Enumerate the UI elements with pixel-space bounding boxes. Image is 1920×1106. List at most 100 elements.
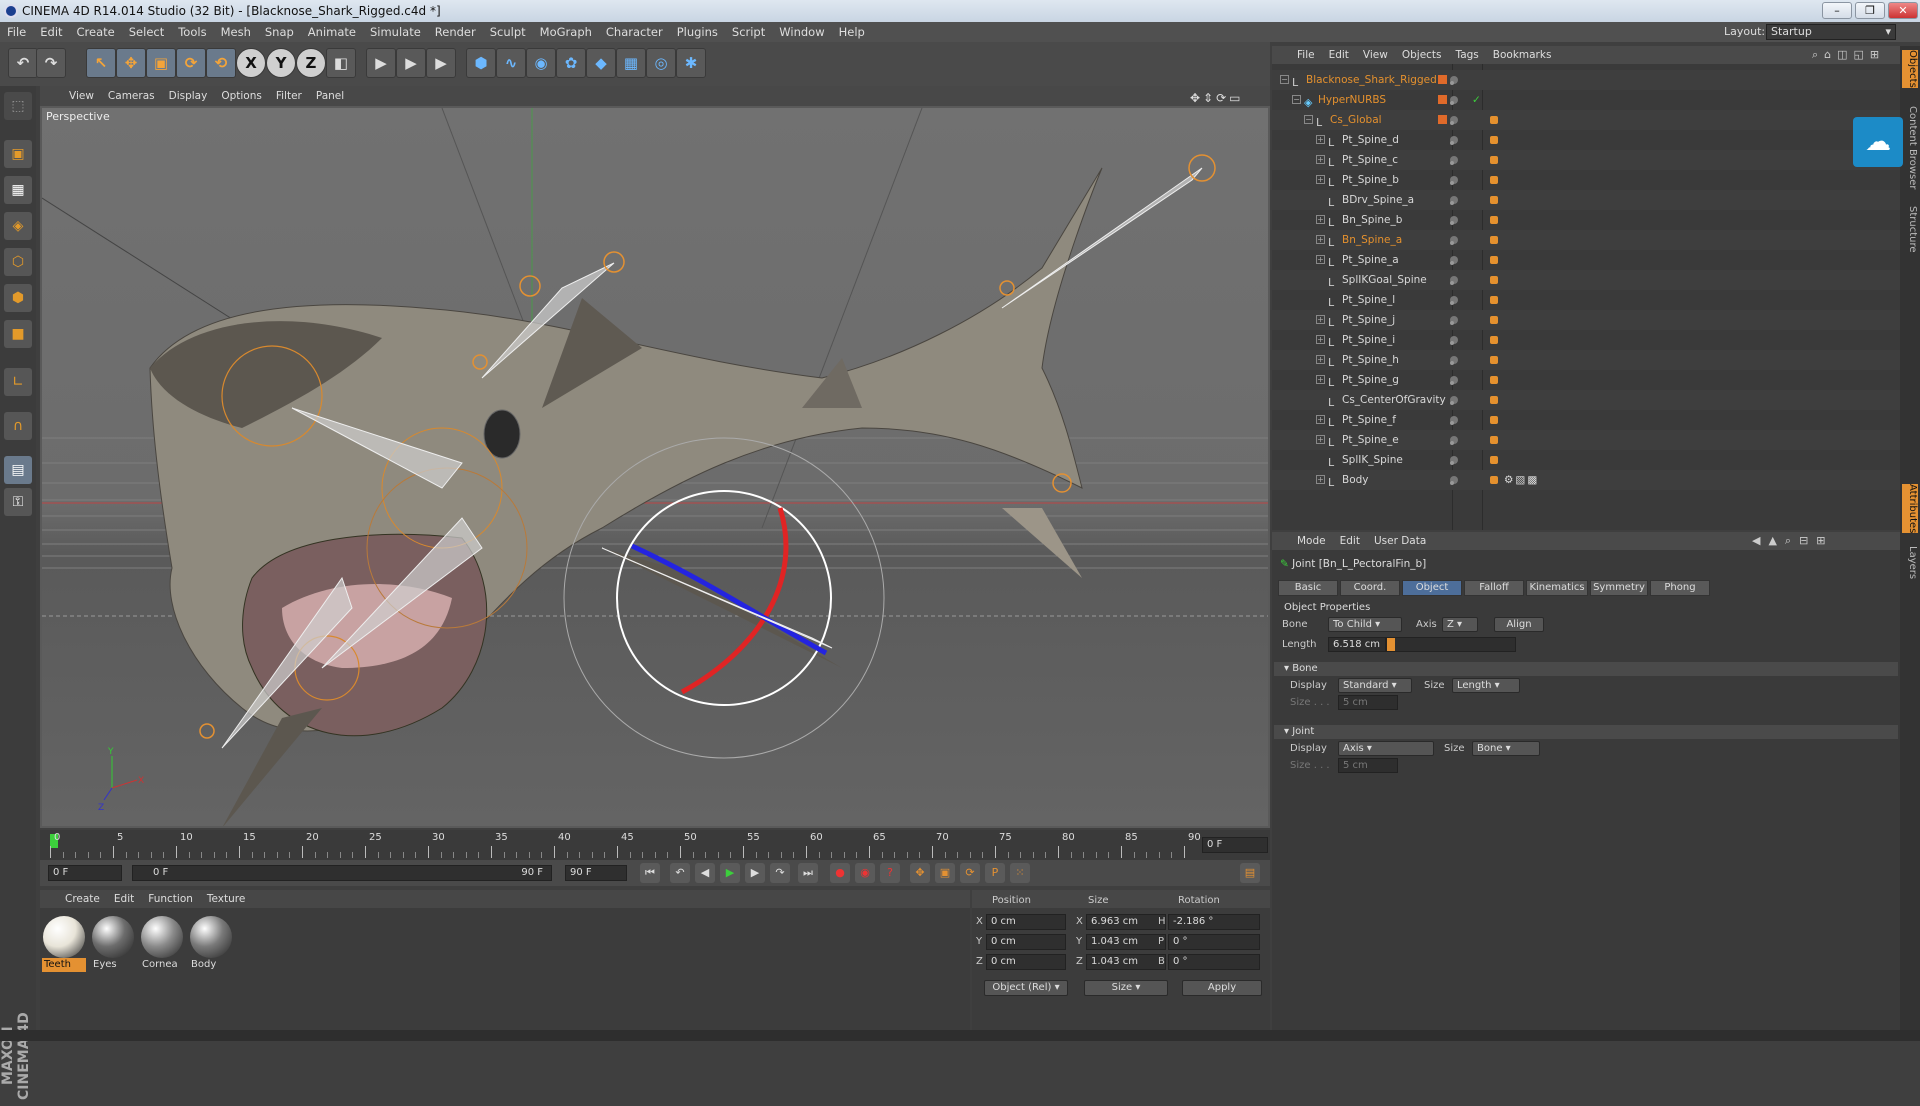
visibility-render-dot[interactable] — [1450, 241, 1454, 245]
texture-mode-icon[interactable]: ▦ — [4, 176, 32, 204]
object-row-pt_spine_d[interactable]: + L Pt_Spine_d — [1272, 130, 1900, 150]
object-row-pt_spine_j[interactable]: + L Pt_Spine_j — [1272, 310, 1900, 330]
visibility-render-dot[interactable] — [1450, 141, 1454, 145]
object-row-pt_spine_f[interactable]: + L Pt_Spine_f — [1272, 410, 1900, 430]
menu-snap[interactable]: Snap — [258, 22, 301, 42]
menu-select[interactable]: Select — [122, 22, 171, 42]
menu-mesh[interactable]: Mesh — [214, 22, 258, 42]
object-tag-icon[interactable] — [1490, 436, 1498, 444]
material-swatch-eyes[interactable]: Eyes — [91, 916, 135, 980]
magnet-snap-icon[interactable]: ∩ — [4, 412, 32, 440]
object-row-pt_spine_a[interactable]: + L Pt_Spine_a — [1272, 250, 1900, 270]
go-to-end-icon[interactable]: ⏭ — [798, 863, 818, 883]
joint-size-field[interactable]: 5 cm — [1338, 758, 1398, 773]
object-toolbar-icons[interactable]: ⌕⌂◫◱⊞ — [1812, 46, 1885, 64]
enabled-check-icon[interactable]: ✓ — [1472, 90, 1481, 110]
x-axis-icon[interactable]: X — [236, 48, 266, 78]
object-row-splikgoal_spine[interactable]: L SplIKGoal_Spine — [1272, 270, 1900, 290]
menu-plugins[interactable]: Plugins — [670, 22, 725, 42]
tab-coord[interactable]: Coord. — [1340, 580, 1400, 596]
viewport-menu-view[interactable]: View — [62, 86, 101, 106]
make-editable-icon[interactable]: ⬚ — [4, 92, 32, 120]
viewport-menu-options[interactable]: Options — [214, 86, 269, 106]
record-scale-icon[interactable]: ▣ — [935, 863, 955, 883]
object-tag-icon[interactable] — [1490, 196, 1498, 204]
joint-section-heading[interactable]: ▾ Joint — [1274, 725, 1898, 739]
locked-workplane-icon[interactable]: ⚿ — [4, 488, 32, 516]
rotate-icon[interactable]: ⟳ — [176, 48, 206, 78]
move-icon[interactable]: ✥ — [116, 48, 146, 78]
object-row-pt_spine_h[interactable]: + L Pt_Spine_h — [1272, 350, 1900, 370]
object-row-splik_spine[interactable]: L SplIK_Spine — [1272, 450, 1900, 470]
render-picture-queue-icon[interactable]: ▶ — [396, 48, 426, 78]
menu-tools[interactable]: Tools — [171, 22, 213, 42]
bone-dropdown[interactable]: To Child ▾ — [1328, 617, 1402, 632]
expand-toggle-icon[interactable]: + — [1316, 475, 1325, 484]
menu-mograph[interactable]: MoGraph — [533, 22, 599, 42]
expand-toggle-icon[interactable]: + — [1316, 235, 1325, 244]
viewport-menu-filter[interactable]: Filter — [269, 86, 309, 106]
size-x-field[interactable]: 6.963 cm — [1086, 914, 1166, 930]
object-tag-icon[interactable] — [1490, 116, 1498, 124]
visibility-render-dot[interactable] — [1450, 441, 1454, 445]
select-icon[interactable]: ↖ — [86, 48, 116, 78]
object-row-pt_spine_i[interactable]: + L Pt_Spine_i — [1272, 330, 1900, 350]
minimize-button[interactable]: – — [1822, 2, 1852, 19]
array-icon[interactable]: ✿ — [556, 48, 586, 78]
object-tag-icon[interactable] — [1490, 156, 1498, 164]
tab-kinematics[interactable]: Kinematics — [1526, 580, 1588, 596]
object-tag-icon[interactable] — [1490, 356, 1498, 364]
menu-script[interactable]: Script — [725, 22, 772, 42]
polygons-mode-icon[interactable]: ■ — [4, 320, 32, 348]
z-axis-icon[interactable]: Z — [296, 48, 326, 78]
axis-dropdown[interactable]: Z ▾ — [1442, 617, 1478, 632]
visibility-render-dot[interactable] — [1450, 361, 1454, 365]
model-mode-icon[interactable]: ▣ — [4, 140, 32, 168]
visibility-render-dot[interactable] — [1450, 321, 1454, 325]
rotation-y-field[interactable]: 0 ° — [1168, 934, 1260, 950]
object-tag-icon[interactable] — [1490, 336, 1498, 344]
cube-icon[interactable]: ⬢ — [466, 48, 496, 78]
size-z-field[interactable]: 1.043 cm — [1086, 954, 1166, 970]
menu-edit[interactable]: Edit — [33, 22, 69, 42]
object-menu-edit[interactable]: Edit — [1322, 46, 1356, 64]
range-slider[interactable]: 0 F 90 F — [132, 865, 552, 881]
expand-toggle-icon[interactable]: + — [1316, 135, 1325, 144]
object-tag-icon[interactable] — [1490, 296, 1498, 304]
close-button[interactable]: ✕ — [1888, 2, 1918, 19]
tab-phong[interactable]: Phong — [1650, 580, 1710, 596]
nurbs-icon[interactable]: ◉ — [526, 48, 556, 78]
coord-mode-dropdown[interactable]: Object (Rel) ▾ — [984, 980, 1068, 996]
object-menu-file[interactable]: File — [1290, 46, 1322, 64]
expand-toggle-icon[interactable]: − — [1280, 75, 1289, 84]
3d-viewport[interactable]: Perspective Y X Z — [40, 106, 1270, 828]
camera-icon[interactable]: ◎ — [646, 48, 676, 78]
attribute-nav-icons[interactable]: ◀▲⌕⊟⊞ — [1752, 532, 1834, 550]
rotation-x-field[interactable]: -2.186 ° — [1168, 914, 1260, 930]
size-y-field[interactable]: 1.043 cm — [1086, 934, 1166, 950]
timeline-window-icon[interactable]: ▤ — [1240, 863, 1260, 883]
material-menu-function[interactable]: Function — [141, 890, 200, 908]
object-row-bdrv_spine_a[interactable]: L BDrv_Spine_a — [1272, 190, 1900, 210]
rotation-gizmo-ring[interactable] — [616, 490, 832, 706]
object-row-bn_spine_a[interactable]: + L Bn_Spine_a — [1272, 230, 1900, 250]
visibility-render-dot[interactable] — [1450, 481, 1454, 485]
position-z-field[interactable]: 0 cm — [986, 954, 1066, 970]
expand-toggle-icon[interactable]: + — [1316, 435, 1325, 444]
expand-toggle-icon[interactable]: + — [1316, 175, 1325, 184]
rotation-z-field[interactable]: 0 ° — [1168, 954, 1260, 970]
object-row-pt_spine_e[interactable]: + L Pt_Spine_e — [1272, 430, 1900, 450]
object-tag-icon[interactable] — [1490, 216, 1498, 224]
object-tag-icon[interactable] — [1490, 176, 1498, 184]
joint-size-dropdown[interactable]: Bone ▾ — [1472, 741, 1540, 756]
menu-create[interactable]: Create — [70, 22, 122, 42]
bone-display-dropdown[interactable]: Standard ▾ — [1338, 678, 1412, 693]
material-swatch-body[interactable]: Body — [189, 916, 233, 980]
position-x-field[interactable]: 0 cm — [986, 914, 1066, 930]
undo-icon[interactable]: ↶ — [8, 48, 38, 78]
object-tag-icon[interactable] — [1490, 136, 1498, 144]
visibility-render-dot[interactable] — [1450, 261, 1454, 265]
menu-file[interactable]: File — [0, 22, 33, 42]
material-tags-icons[interactable]: ⚙▧▩ — [1504, 470, 1539, 490]
object-tag-icon[interactable] — [1490, 316, 1498, 324]
